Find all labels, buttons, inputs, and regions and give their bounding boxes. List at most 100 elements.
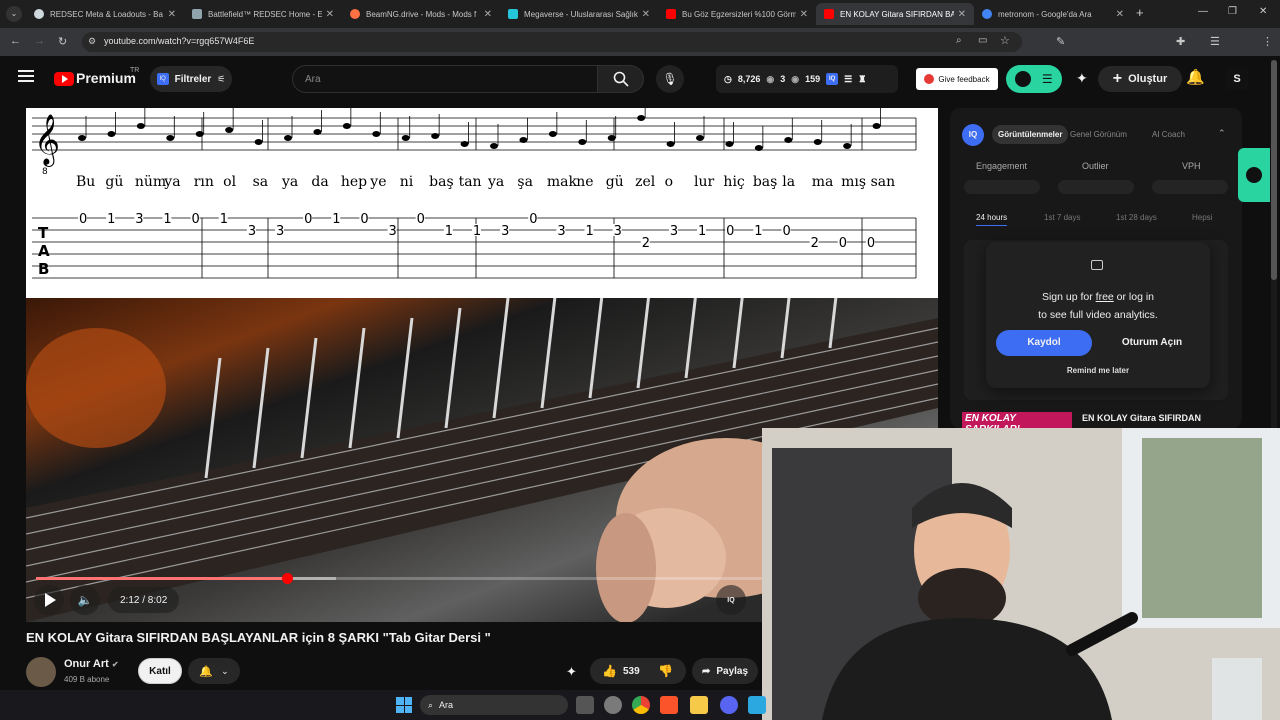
tab-beamng[interactable]: BeamNG.drive - Mods - Mods f ✕ — [342, 3, 500, 25]
media-icon[interactable]: ☰ — [1210, 35, 1220, 48]
side-extension-tab[interactable] — [1238, 148, 1270, 202]
filters-button[interactable]: IQ Filtreler ⚟ — [150, 66, 232, 92]
brave-icon[interactable] — [660, 696, 678, 714]
create-button[interactable]: + Oluştur — [1098, 66, 1182, 92]
back-icon[interactable]: ← — [10, 35, 21, 47]
youtube-logo-icon[interactable] — [54, 72, 74, 86]
close-icon[interactable]: ✕ — [326, 9, 334, 20]
tab-number: 0 — [79, 212, 87, 227]
puzzle-icon[interactable]: ✚ — [1176, 35, 1185, 48]
like-count[interactable]: 539 — [623, 666, 640, 677]
share-button[interactable]: ➦ Paylaş — [692, 658, 758, 684]
pen-icon[interactable]: ✎ — [1056, 35, 1065, 48]
battlefield-icon — [192, 9, 202, 19]
panel-tab-views[interactable]: Görüntülenmeler — [992, 125, 1069, 144]
panel-tab-ai-coach[interactable]: AI Coach — [1152, 130, 1185, 139]
menu-icon[interactable]: ⋮ — [1262, 35, 1273, 48]
tab-goz-egzersizleri[interactable]: Bu Göz Egzersizleri %100 Görm ✕ — [658, 3, 816, 25]
signup-button[interactable]: Kaydol — [996, 330, 1092, 356]
discord-icon[interactable] — [720, 696, 738, 714]
account-avatar[interactable]: S — [1226, 68, 1248, 90]
range-28d[interactable]: 1st 28 days — [1116, 213, 1157, 222]
play-button[interactable] — [34, 585, 64, 615]
tab-redsec-meta[interactable]: REDSEC Meta & Loadouts - Ba ✕ — [26, 3, 184, 25]
file-explorer-icon[interactable] — [690, 696, 708, 714]
tab-megaverse[interactable]: Megaverse - Uluslararası Sağlık ✕ — [500, 3, 658, 25]
mic-icon: 🎙 — [662, 72, 678, 86]
lyric-syllable: lur — [694, 174, 714, 190]
login-button[interactable]: Oturum Açın — [1104, 330, 1200, 356]
popup-message: Sign up for free or log in to see full v… — [1038, 291, 1158, 321]
channel-name[interactable]: Onur Art ✔ — [64, 658, 119, 670]
voice-search-button[interactable]: 🎙 — [656, 65, 684, 93]
url-text[interactable]: youtube.com/watch?v=rgq657W4F6E — [104, 36, 254, 46]
join-button[interactable]: Katıl — [138, 658, 182, 684]
new-tab-button[interactable]: + — [1136, 5, 1144, 20]
panel-tab-overview[interactable]: Genel Görünüm — [1070, 130, 1127, 139]
close-icon[interactable]: ✕ — [642, 9, 650, 20]
site-info-icon[interactable]: ⚙ — [88, 36, 96, 47]
cast-icon[interactable]: ▭ — [978, 35, 987, 46]
next-video-thumbnail[interactable]: EN KOLAY ŞARKILAR! — [962, 412, 1072, 428]
close-icon[interactable]: ✕ — [1116, 9, 1124, 20]
chrome-icon[interactable] — [632, 696, 650, 714]
remind-later-link[interactable]: Remind me later — [986, 366, 1210, 375]
youtube-header: Premium TR IQ Filtreler ⚟ Ara 🎙 ◷ 8,726 ◉… — [0, 56, 1270, 104]
subscribe-bell-button[interactable]: 🔔 ⌄ — [188, 658, 240, 684]
tab-battlefield[interactable]: Battlefield™ REDSEC Home - El ✕ — [184, 3, 342, 25]
lyric-syllable: Bu — [76, 174, 95, 190]
app-icon[interactable] — [748, 696, 766, 714]
tab-en-kolay-gitar[interactable]: EN KOLAY Gitara SIFIRDAN BAŞ ✕ — [816, 3, 974, 25]
task-view-icon[interactable] — [576, 696, 594, 714]
close-icon[interactable]: ✕ — [800, 9, 808, 20]
scrubber-knob[interactable] — [281, 573, 293, 584]
windows-start-icon[interactable] — [396, 697, 412, 713]
stats-widget[interactable]: ◷ 8,726 ◉ 3 ◉ 159 IQ ☰ ♜ — [716, 65, 898, 93]
search-input[interactable]: Ara — [292, 65, 598, 93]
app-icon[interactable] — [604, 696, 622, 714]
youtube-premium-logo[interactable]: Premium — [76, 70, 136, 86]
extension-menu-button[interactable]: ☰ — [1006, 65, 1062, 93]
range-all[interactable]: Hepsi — [1192, 213, 1212, 222]
give-feedback-button[interactable]: Give feedback — [916, 68, 998, 90]
like-icon[interactable]: 👍 — [602, 664, 617, 678]
minimize-icon[interactable]: — — [1198, 6, 1208, 17]
lyric-syllable: ye — [369, 174, 386, 190]
notifications-bell-icon[interactable]: 🔔 — [1186, 68, 1205, 86]
menu-lines-icon: ☰ — [1041, 72, 1053, 86]
forward-icon[interactable]: → — [34, 35, 45, 47]
close-icon[interactable]: ✕ — [958, 9, 966, 20]
lyric-syllable: ya — [487, 174, 504, 190]
tab-search-icon[interactable]: ⌄ — [6, 6, 22, 22]
hamburger-icon[interactable] — [18, 70, 34, 82]
taskbar-search[interactable]: ⌕ Ara — [420, 695, 568, 715]
puzzle-icon[interactable]: ✦ — [1076, 70, 1088, 87]
close-icon[interactable]: ✕ — [484, 9, 492, 20]
chevron-up-icon[interactable]: ⌃ — [1218, 128, 1226, 139]
channel-avatar[interactable] — [26, 657, 56, 687]
window-close-icon[interactable]: ✕ — [1259, 6, 1267, 17]
close-icon[interactable]: ✕ — [168, 9, 176, 20]
restore-icon[interactable]: ❐ — [1228, 6, 1237, 17]
play-icon — [45, 593, 56, 607]
dislike-icon[interactable]: 👎 — [658, 664, 673, 678]
lyric-syllable: baş — [429, 174, 454, 190]
range-7d[interactable]: 1st 7 days — [1044, 213, 1080, 222]
next-video-title[interactable]: EN KOLAY Gitara SIFIRDAN — [1082, 413, 1201, 423]
bookmark-star-icon[interactable]: ☆ — [1000, 34, 1010, 47]
windows-taskbar: ⌕ Ara — [0, 690, 766, 720]
bell-icon: 🔔 — [199, 665, 214, 678]
free-link[interactable]: free — [1096, 291, 1114, 303]
reload-icon[interactable]: ↻ — [58, 35, 67, 48]
search-button[interactable] — [598, 65, 644, 93]
tab-number: 0 — [304, 212, 312, 227]
iq-logo-icon: IQ — [962, 124, 984, 146]
tab-metronom[interactable]: metronom - Google'da Ara ✕ — [974, 3, 1132, 25]
fret-wire — [444, 307, 462, 429]
address-bar[interactable]: ⚙ youtube.com/watch?v=rgq657W4F6E ⌕ ▭ ☆ — [82, 32, 1022, 52]
extension-action-icon[interactable]: ✦ — [566, 664, 577, 680]
range-24h[interactable]: 24 hours — [976, 213, 1008, 226]
zoom-icon[interactable]: ⌕ — [956, 35, 962, 46]
iq-overlay-button[interactable]: IQ — [716, 585, 746, 615]
volume-button[interactable]: 🔈 — [70, 585, 100, 615]
